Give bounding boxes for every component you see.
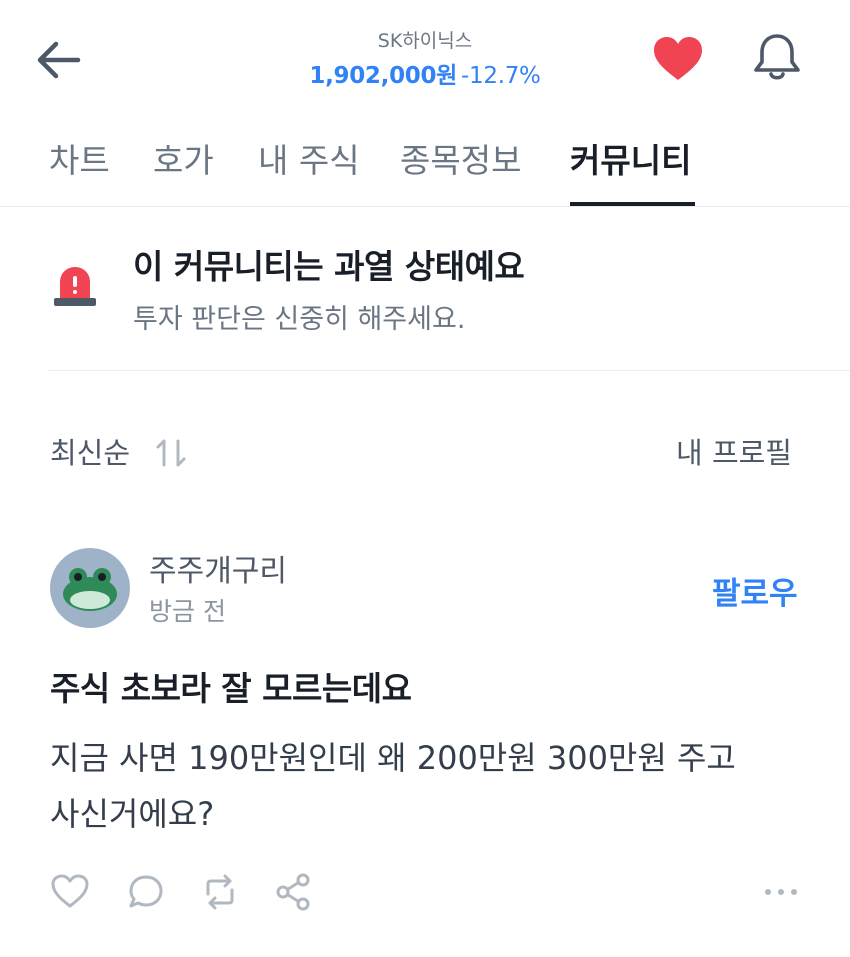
siren-icon bbox=[54, 267, 96, 306]
share-icon[interactable] bbox=[274, 872, 314, 912]
tab-bar: 차트 호가 내 주식 종목정보 커뮤니티 bbox=[0, 126, 850, 207]
like-icon[interactable] bbox=[50, 872, 90, 912]
post-body[interactable]: 지금 사면 190만원인데 왜 200만원 300만원 주고 사신거에요? bbox=[50, 730, 810, 842]
frog-avatar-icon bbox=[63, 568, 117, 611]
post-title[interactable]: 주식 초보라 잘 모르는데요 bbox=[50, 662, 412, 710]
my-profile-link[interactable]: 내 프로필 bbox=[676, 430, 792, 472]
post-author[interactable]: 주주개구리 bbox=[149, 546, 287, 590]
avatar[interactable] bbox=[50, 548, 130, 628]
alert-subtitle: 투자 판단은 신중히 해주세요. bbox=[133, 304, 466, 335]
price-line: 1,902,000원 -12.7% bbox=[0, 56, 850, 90]
tab-chart[interactable]: 차트 bbox=[49, 134, 110, 182]
follow-button[interactable]: 팔로우 bbox=[712, 568, 798, 613]
active-tab-indicator bbox=[570, 202, 695, 206]
comment-icon[interactable] bbox=[126, 872, 166, 912]
sort-arrows-icon[interactable] bbox=[154, 437, 188, 469]
stock-name: SK하이닉스 bbox=[377, 30, 473, 52]
heart-icon[interactable] bbox=[652, 36, 704, 82]
post-time: 방금 전 bbox=[149, 597, 226, 626]
more-icon[interactable] bbox=[762, 882, 800, 902]
tab-orderbook[interactable]: 호가 bbox=[153, 134, 214, 182]
tab-my-stock[interactable]: 내 주식 bbox=[258, 134, 360, 182]
sort-dropdown[interactable]: 최신순 bbox=[50, 430, 130, 472]
divider bbox=[48, 370, 850, 371]
alert-title: 이 커뮤니티는 과열 상태예요 bbox=[133, 247, 525, 286]
bell-icon[interactable] bbox=[750, 32, 804, 82]
tab-community[interactable]: 커뮤니티 bbox=[570, 134, 691, 182]
stock-price: 1,902,000원 bbox=[309, 63, 458, 89]
tab-stock-info[interactable]: 종목정보 bbox=[400, 134, 521, 182]
post-body-line: 사신거에요? bbox=[50, 795, 215, 833]
post-body-line: 지금 사면 190만원인데 왜 200만원 300만원 주고 bbox=[50, 739, 736, 777]
price-change: -12.7% bbox=[461, 63, 541, 89]
repost-icon[interactable] bbox=[200, 872, 240, 912]
